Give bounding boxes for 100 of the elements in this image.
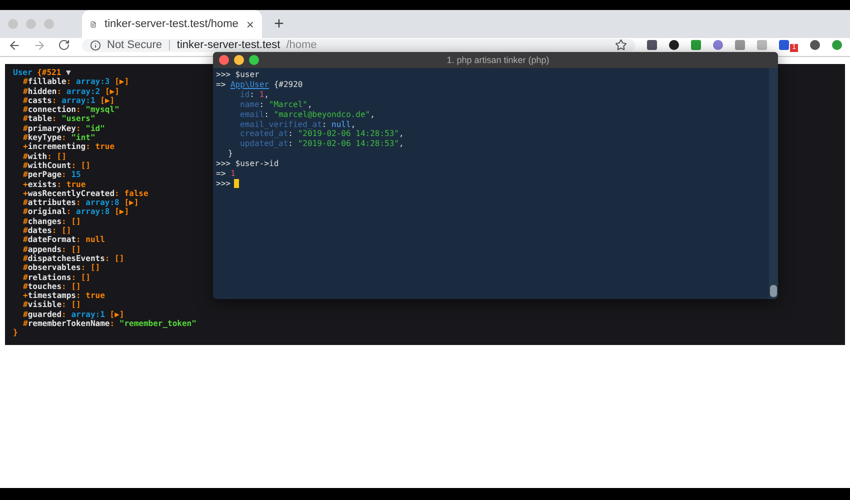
bookmark-star-icon[interactable]	[615, 39, 628, 51]
expand-toggle[interactable]: [▶]	[110, 310, 124, 320]
property-prefix: #	[23, 263, 28, 273]
property-value: array:8	[76, 207, 110, 217]
property-prefix: +	[23, 180, 28, 189]
property-prefix: #	[23, 226, 28, 236]
property-key: connection	[28, 105, 76, 114]
colon: :	[76, 291, 81, 300]
result-value: 1	[230, 169, 236, 179]
extension-icon[interactable]	[669, 40, 680, 50]
property-prefix: #	[23, 86, 28, 96]
property-prefix: #	[23, 319, 28, 328]
colon: :	[322, 120, 327, 130]
property-key: original	[28, 207, 66, 217]
property-prefix: #	[23, 310, 28, 320]
property-key: fillable	[28, 77, 66, 87]
property-key: hidden	[28, 86, 57, 96]
info-icon[interactable]	[90, 40, 101, 50]
property-value: []	[56, 152, 66, 161]
property-key: rememberTokenName	[28, 319, 110, 328]
property-prefix: #	[23, 216, 28, 226]
property-value: array:1	[71, 310, 105, 319]
field-key: name	[240, 100, 260, 110]
scrollbar[interactable]	[769, 68, 778, 299]
expand-toggle[interactable]: [▶]	[104, 86, 120, 96]
zoom-button[interactable]	[249, 55, 259, 65]
colon: :	[52, 114, 57, 124]
property-prefix: #	[23, 160, 28, 170]
colon: :	[52, 226, 57, 236]
colon: :	[71, 272, 76, 282]
expand-toggle[interactable]: [▶]	[124, 198, 139, 208]
address-bar[interactable]: Not Secure | tinker-server-test.test /home	[82, 38, 636, 52]
forward-icon[interactable]	[33, 38, 46, 52]
colon: :	[62, 282, 66, 292]
command-text: $user	[235, 70, 260, 80]
property-key: table	[28, 114, 52, 124]
property-prefix: #	[23, 105, 28, 114]
close-tab-button[interactable]: ×	[246, 16, 254, 32]
close-button[interactable]	[219, 55, 229, 65]
property-prefix: #	[23, 244, 28, 254]
expand-toggle[interactable]: [▶]	[114, 77, 130, 87]
property-prefix: #	[23, 300, 28, 310]
property-key: perPage	[28, 170, 62, 180]
property-prefix: #	[23, 77, 28, 87]
extension-icon[interactable]	[779, 40, 790, 50]
property-value: "users"	[62, 114, 96, 124]
object-ref: {#2920	[274, 80, 303, 90]
avatar-icon[interactable]	[810, 40, 820, 50]
colon: :	[71, 160, 76, 170]
browser-tab[interactable]: tinker-server-test.test/home ×	[82, 10, 262, 38]
property-value: array:2	[66, 86, 100, 96]
prompt: >>>	[216, 178, 230, 189]
colon: :	[52, 96, 57, 106]
colon: :	[288, 139, 293, 150]
property-value: 15	[71, 170, 81, 180]
property-prefix: #	[23, 272, 28, 282]
property-prefix: #	[23, 96, 28, 106]
new-tab-button[interactable]: +	[274, 14, 284, 34]
property-value: array:8	[86, 198, 120, 208]
property-prefix: +	[23, 291, 28, 300]
url-path: /home	[286, 39, 317, 51]
property-key: attributes	[28, 198, 76, 208]
comma: ,	[307, 100, 312, 110]
comma: ,	[398, 129, 404, 140]
back-icon[interactable]	[8, 38, 21, 52]
property-prefix: #	[23, 170, 28, 180]
property-value: true	[95, 142, 115, 152]
property-key: relations	[28, 272, 72, 282]
field-value: 1	[259, 90, 264, 100]
extension-icon[interactable]	[647, 40, 658, 50]
property-value: "remember_token"	[119, 319, 196, 328]
property-key: appends	[28, 244, 62, 254]
field-value: "marcel@beyondco.de"	[274, 110, 370, 120]
url-host: tinker-server-test.test	[176, 39, 280, 51]
property-prefix: +	[23, 142, 28, 152]
collapse-toggle[interactable]: ▼	[66, 68, 71, 78]
expand-toggle[interactable]: [▶]	[100, 96, 115, 106]
field-value: "Marcel"	[268, 100, 308, 110]
property-value: array:3	[76, 77, 110, 87]
property-key: with	[28, 152, 48, 161]
property-key: guarded	[28, 310, 62, 320]
property-key: incrementing	[28, 142, 86, 152]
property-value: "id"	[86, 124, 105, 134]
update-icon[interactable]	[832, 40, 842, 50]
property-prefix: #	[23, 235, 28, 245]
property-key: touches	[28, 282, 62, 292]
property-key: keyType	[28, 133, 62, 142]
colon: :	[66, 207, 72, 217]
terminal-title: 1. php artisan tinker (php)	[446, 55, 550, 65]
property-key: primaryKey	[28, 124, 76, 134]
colon: :	[76, 105, 81, 114]
minimize-button[interactable]	[234, 55, 244, 65]
class-link[interactable]: App\User	[230, 80, 269, 90]
property-value: "mysql"	[86, 105, 120, 114]
prompt: >>>	[216, 159, 230, 170]
expand-toggle[interactable]: [▶]	[114, 207, 130, 217]
property-value: []	[114, 254, 124, 264]
colon: :	[56, 180, 62, 189]
colon: :	[62, 170, 66, 180]
reload-icon[interactable]	[58, 39, 70, 51]
